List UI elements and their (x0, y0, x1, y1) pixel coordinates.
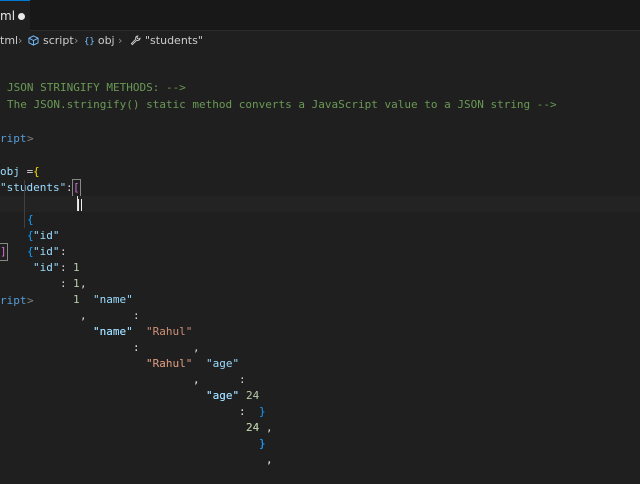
value-name: "Rahul" (146, 325, 193, 338)
colon: : (133, 309, 140, 322)
colon: : (239, 373, 246, 386)
row-open-brace: { (27, 245, 34, 258)
chevron-right-icon: › (18, 34, 23, 47)
comma: , (80, 309, 87, 322)
variable-icon: {} (84, 37, 95, 47)
chevron-right-icon: › (118, 34, 123, 47)
colon: : (239, 405, 246, 418)
key-age: "age" (206, 389, 240, 402)
indent-guide (24, 212, 25, 228)
chevron-right-icon: › (74, 34, 79, 47)
tab-label: ml (0, 9, 16, 23)
unsaved-dot-icon[interactable] (18, 13, 25, 20)
row-close-brace: } (259, 405, 266, 418)
indent-guide (24, 196, 25, 212)
code-line-row: { "id" : 1 , "name" : "Rahul" , "age" : … (0, 180, 640, 434)
value-age: 24 (246, 421, 260, 434)
tab-bar: ml (0, 0, 640, 31)
editor-tab[interactable]: ml (0, 0, 30, 31)
key-name: "name" (93, 293, 133, 306)
comma: , (193, 341, 200, 354)
comma: , (266, 421, 273, 434)
code-line-obj-decl: obj ={ (0, 148, 640, 178)
comma: , (266, 453, 273, 466)
value-id: 1 (73, 293, 80, 306)
comment-text: The JSON.stringify() static method conve… (7, 98, 557, 111)
code-line-row: { "id" : 1 , "name" : "Rahul" , "age" : … (0, 212, 640, 466)
key-name: "name" (93, 325, 133, 338)
value-name: "Rahul" (146, 357, 193, 370)
colon: : (60, 245, 67, 258)
code-editor[interactable]: JSON STRINGIFY METHODS: --> The JSON.str… (0, 52, 640, 466)
tag-bracket: > (27, 294, 34, 307)
key-age: "age" (206, 357, 240, 370)
colon: : (133, 341, 140, 354)
code-line-students-key: "students":[ (0, 164, 640, 197)
code-line-script-close: ript > (0, 277, 640, 307)
code-line-comment-2: The JSON.stringify() static method conve… (0, 81, 640, 111)
close-bracket: ] (0, 243, 8, 261)
wrench-icon (130, 35, 141, 46)
script-tag: ript (0, 132, 27, 145)
breadcrumb-item-students[interactable]: "students" (130, 31, 203, 51)
code-line-comment-1: JSON STRINGIFY METHODS: --> (0, 64, 640, 94)
key-id: "id" (33, 245, 60, 258)
tag-bracket: > (27, 132, 34, 145)
code-line-script-open: ript > (0, 115, 640, 145)
ibeam-cursor-icon (78, 199, 82, 211)
value-age: 24 (246, 389, 260, 402)
code-line-row-current: { "id" : 1 "name" : "Rahul" , "age" : 24… (0, 196, 640, 466)
key-id: "id" (33, 261, 60, 274)
breadcrumb-item-obj[interactable]: {} obj (84, 31, 115, 52)
value-id: 1 (73, 261, 80, 274)
breadcrumb-item-file[interactable]: tml (0, 31, 18, 51)
cube-icon (28, 35, 39, 46)
code-line-close-bracket: ] (0, 228, 640, 261)
breadcrumb: tml › script › {} obj › "students" (0, 31, 640, 51)
colon: : (60, 261, 67, 274)
row-close-brace: } (259, 437, 266, 450)
comma: , (193, 373, 200, 386)
script-tag: ript (0, 294, 27, 307)
indent-guide (24, 180, 25, 196)
breadcrumb-item-script[interactable]: script (28, 31, 74, 51)
